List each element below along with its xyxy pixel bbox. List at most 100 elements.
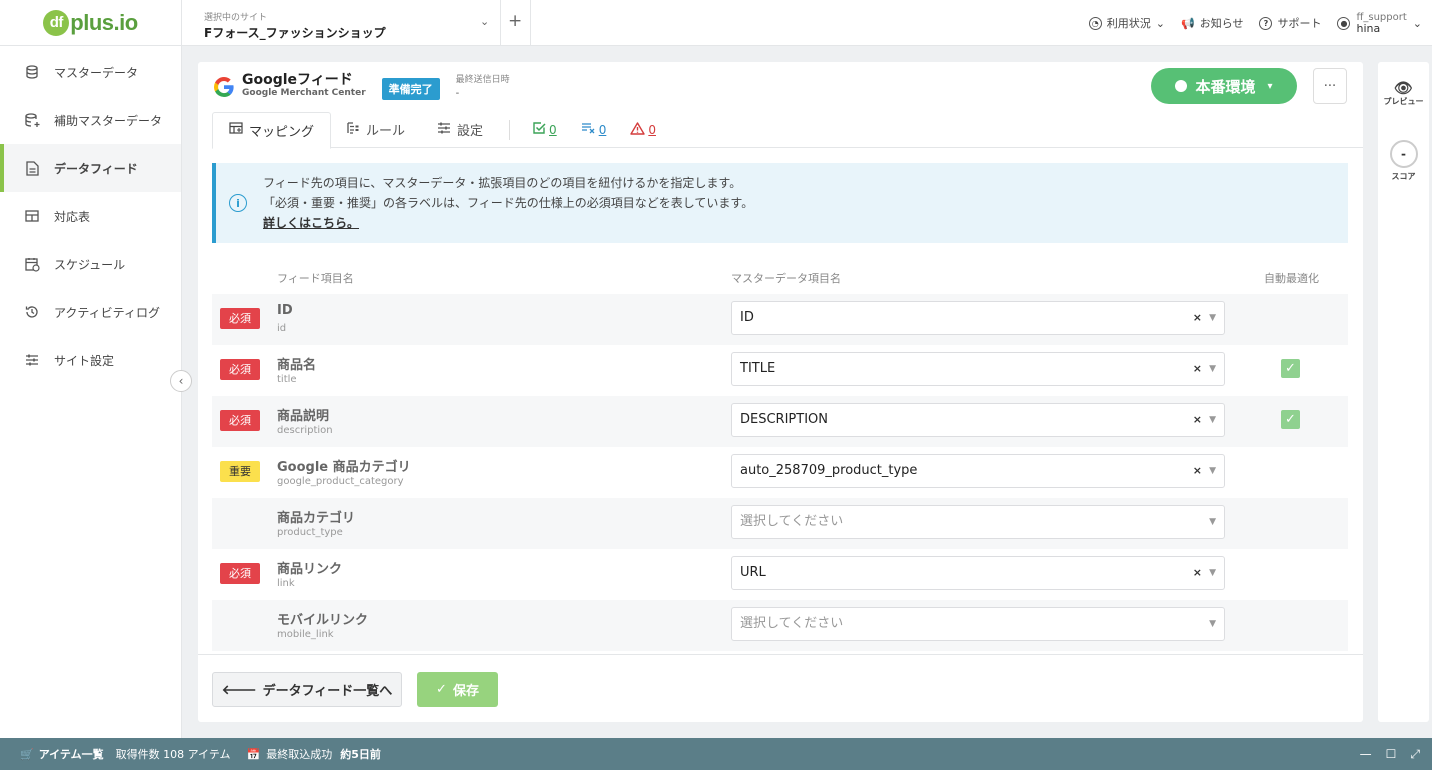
usage-menu[interactable]: ◔ 利用状況 ⌄ bbox=[1088, 15, 1165, 31]
table-row: 必須 商品名 title TITLE × ▼ ✓ bbox=[212, 345, 1348, 396]
main-panel: Googleフィード Google Merchant Center 準備完了 最… bbox=[198, 62, 1363, 722]
score-circle: - bbox=[1389, 140, 1418, 168]
feed-item-name: ID bbox=[277, 303, 293, 318]
sidebar-item-schedule[interactable]: スケジュール bbox=[0, 240, 181, 288]
dropdown-arrow-icon: ▼ bbox=[1209, 517, 1216, 527]
ok-count-link[interactable]: 0 bbox=[520, 121, 569, 138]
collapse-sidebar-button[interactable]: ‹ bbox=[170, 370, 192, 392]
sidebar-item-data-feed[interactable]: データフィード bbox=[0, 144, 181, 192]
select-value: URL bbox=[740, 565, 766, 580]
warning-icon bbox=[630, 121, 646, 138]
tab-mapping[interactable]: マッピング bbox=[212, 111, 332, 149]
sidebar-item-label: 補助マスターデータ bbox=[54, 113, 163, 128]
history-icon bbox=[24, 305, 40, 319]
logo-area[interactable]: df plus.io bbox=[0, 0, 182, 46]
sidebar-item-mapping-table[interactable]: 対応表 bbox=[0, 192, 181, 240]
database-icon bbox=[24, 65, 40, 79]
score-label: スコア bbox=[1391, 172, 1416, 181]
last-import-value: 約5日前 bbox=[340, 748, 381, 761]
support-menu[interactable]: ? サポート bbox=[1259, 15, 1321, 31]
environment-button[interactable]: 本番環境 ▾ bbox=[1151, 68, 1297, 104]
more-options-button[interactable]: ··· bbox=[1313, 68, 1347, 104]
info-more-link[interactable]: 詳しくはこちら。 bbox=[263, 213, 753, 233]
sidebar-item-sub-master-data[interactable]: 補助マスターデータ bbox=[0, 96, 181, 144]
save-button-label: 保存 bbox=[452, 684, 479, 699]
preview-button[interactable]: 👁 プレビュー bbox=[1378, 80, 1429, 107]
master-item-select[interactable]: TITLE × ▼ bbox=[731, 352, 1225, 386]
env-dot-icon bbox=[1175, 80, 1188, 92]
maximize-icon[interactable]: ☐ bbox=[1386, 747, 1397, 761]
item-list-label: アイテム一覧 bbox=[38, 748, 104, 761]
select-value: TITLE bbox=[740, 361, 776, 376]
clear-icon[interactable]: × bbox=[1193, 353, 1202, 385]
table-row: 必須 商品説明 description DESCRIPTION × ▼ ✓ bbox=[212, 396, 1348, 447]
bottom-bar: 🛒 アイテム一覧 取得件数 108 アイテム 📅 最終取込成功 約5日前 — ☐… bbox=[0, 738, 1432, 770]
info-text: フィード先の項目に、マスターデータ・拡張項目のどの項目を紐付けるかを指定します。… bbox=[263, 173, 753, 233]
master-item-select[interactable]: URL × ▼ bbox=[731, 556, 1225, 590]
user-menu[interactable]: ● ff_support hina ⌄ bbox=[1337, 12, 1422, 35]
google-logo-icon bbox=[213, 77, 234, 98]
feed-item-key: google_product_category bbox=[277, 476, 404, 487]
clear-icon[interactable]: × bbox=[1193, 455, 1202, 487]
auto-optimize-checkbox[interactable]: ✓ bbox=[1281, 359, 1300, 378]
master-item-select[interactable]: ID × ▼ bbox=[731, 301, 1225, 335]
filter-count-link[interactable]: 0 bbox=[569, 122, 619, 137]
sidebar-item-activity-log[interactable]: アクティビティログ bbox=[0, 288, 181, 336]
top-bar: 選択中のサイト Fフォース_ファッションショップ ⌄ + ◔ 利用状況 ⌄ 📢 … bbox=[182, 0, 1432, 46]
auto-optimize-checkbox[interactable]: ✓ bbox=[1281, 410, 1300, 429]
chevron-down-icon: ▾ bbox=[1267, 80, 1273, 92]
support-label: サポート bbox=[1277, 17, 1322, 30]
item-list-toggle[interactable]: 🛒 アイテム一覧 bbox=[20, 746, 104, 762]
tab-mapping-label: マッピング bbox=[249, 124, 315, 140]
master-item-select[interactable]: 選択してください ▼ bbox=[731, 505, 1225, 539]
help-icon: ? bbox=[1259, 16, 1273, 30]
cart-icon: 🛒 bbox=[20, 747, 34, 761]
info-line-2: 「必須・重要・推奨」の各ラベルは、フィード先の仕様上の必須項目などを表しています… bbox=[263, 196, 754, 210]
clear-icon[interactable]: × bbox=[1193, 404, 1202, 436]
save-button[interactable]: ✓ 保存 bbox=[417, 672, 498, 707]
sidebar-item-label: マスターデータ bbox=[54, 65, 139, 80]
gauge-icon: ◔ bbox=[1088, 16, 1102, 30]
sidebar-item-label: アクティビティログ bbox=[54, 305, 160, 320]
tab-settings[interactable]: 設定 bbox=[421, 112, 499, 148]
feed-item-name: モバイルリンク bbox=[277, 613, 369, 628]
chevron-down-icon[interactable]: ⌄ bbox=[480, 15, 489, 28]
clear-icon[interactable]: × bbox=[1193, 302, 1202, 334]
back-to-feed-list-button[interactable]: 🡐 データフィード一覧へ bbox=[212, 672, 402, 707]
clear-icon[interactable]: × bbox=[1193, 557, 1202, 589]
database-plus-icon bbox=[24, 112, 40, 128]
tab-rules-label: ルール bbox=[366, 124, 406, 139]
divider bbox=[198, 654, 1363, 655]
filter-x-icon bbox=[581, 122, 596, 137]
user-id: ff_support bbox=[1356, 11, 1407, 23]
table-row: 必須 商品リンク link URL × ▼ bbox=[212, 549, 1348, 600]
filter-count: 0 bbox=[598, 122, 607, 137]
master-item-select[interactable]: auto_258709_product_type × ▼ bbox=[731, 454, 1225, 488]
feed-item-name: 商品説明 bbox=[277, 409, 330, 424]
user-icon: ● bbox=[1337, 16, 1351, 30]
dropdown-arrow-icon: ▼ bbox=[1209, 313, 1216, 323]
master-item-select[interactable]: DESCRIPTION × ▼ bbox=[731, 403, 1225, 437]
last-sent-label: 最終送信日時 bbox=[455, 75, 510, 85]
expand-icon[interactable]: ⤢ bbox=[1410, 747, 1420, 762]
check-icon bbox=[532, 121, 546, 138]
column-header-feed-item: フィード項目名 bbox=[277, 272, 354, 285]
master-item-select[interactable]: 選択してください ▼ bbox=[731, 607, 1225, 641]
info-line-1: フィード先の項目に、マスターデータ・拡張項目のどの項目を紐付けるかを指定します。 bbox=[263, 176, 742, 190]
document-icon bbox=[24, 160, 40, 176]
sidebar-item-master-data[interactable]: マスターデータ bbox=[0, 48, 181, 96]
score-button[interactable]: - スコア bbox=[1378, 140, 1429, 182]
add-site-icon[interactable]: + bbox=[508, 11, 522, 31]
minimize-icon[interactable]: — bbox=[1360, 747, 1372, 761]
notice-menu[interactable]: 📢 お知らせ bbox=[1181, 15, 1243, 31]
last-import-label: 最終取込成功 bbox=[266, 748, 333, 761]
sidebar-item-site-settings[interactable]: サイト設定 bbox=[0, 336, 181, 384]
item-count: 取得件数 108 アイテム bbox=[115, 748, 231, 761]
site-selector[interactable]: 選択中のサイト Fフォース_ファッションショップ bbox=[204, 10, 494, 41]
feed-item-key: link bbox=[277, 578, 295, 589]
warning-count-link[interactable]: 0 bbox=[618, 121, 668, 138]
column-header-master-item: マスターデータ項目名 bbox=[731, 272, 841, 285]
feed-subtitle: Google Merchant Center bbox=[242, 88, 366, 98]
select-placeholder: 選択してください bbox=[740, 514, 844, 529]
tab-rules[interactable]: ルール bbox=[331, 112, 421, 148]
